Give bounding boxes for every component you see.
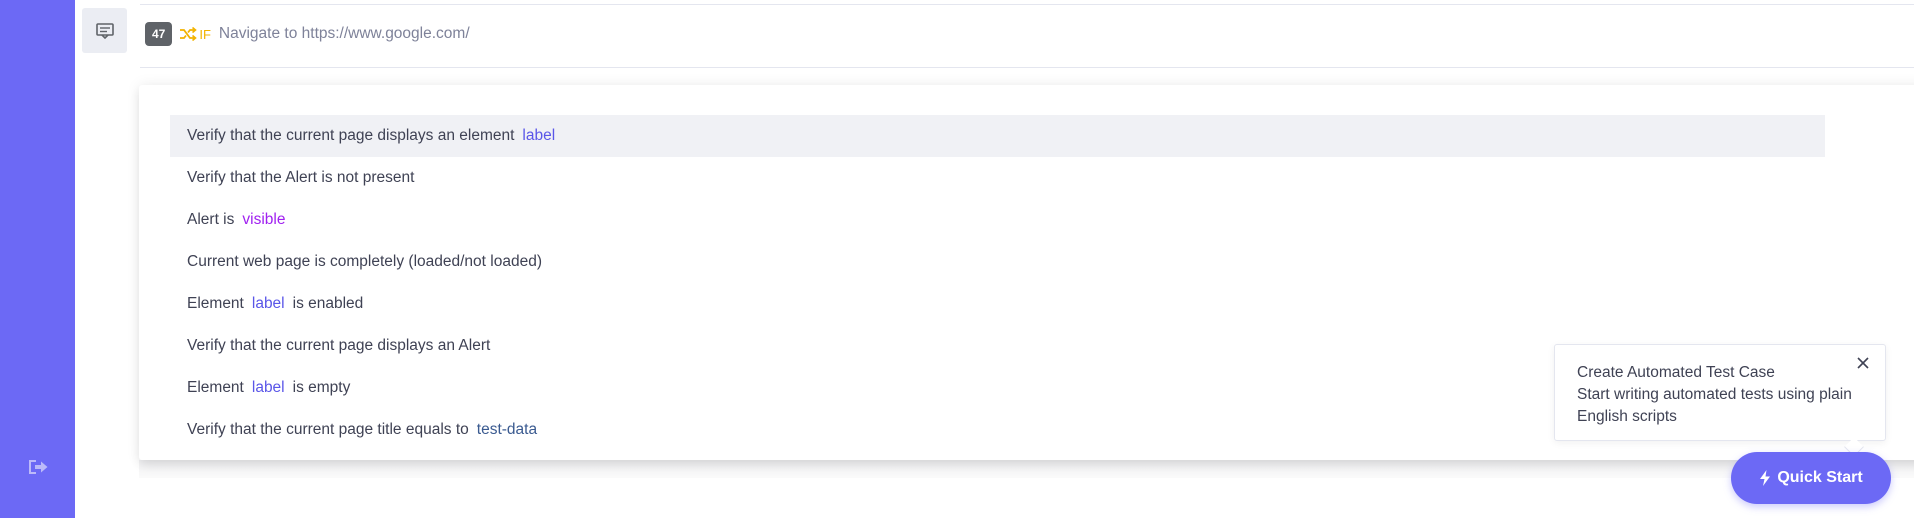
main-content: 47 IF Navigate to https://www.google.com… [75,0,1914,518]
shuffle-icon [180,27,198,41]
suggestion-text-after: is enabled [292,295,364,312]
test-step-row[interactable]: 47 IF Navigate to https://www.google.com… [145,20,470,48]
suggestion-text: Current web page is completely (loaded/n… [187,253,542,270]
tooltip-description: Start writing automated tests using plai… [1577,386,1852,425]
tooltip-title: Create Automated Test Case [1577,364,1775,381]
sidebar [0,0,75,518]
label-token[interactable]: label [252,379,285,397]
suggestion-item[interactable]: Verify that the Alert is not present [170,157,1825,199]
suggestion-item[interactable]: Verify that the current page displays an… [170,115,1825,157]
suggestion-text: Verify that the current page title equal… [187,421,469,438]
label-token[interactable]: label [522,127,555,145]
test-data-token[interactable]: test-data [477,421,537,439]
divider [140,67,1914,68]
suggestion-item[interactable]: Current web page is completely (loaded/n… [170,241,1825,283]
panel-shadow [139,460,1914,478]
suggestion-item[interactable]: Element label is enabled [170,283,1825,325]
suggestion-item[interactable]: Alert is visible [170,199,1825,241]
divider [140,4,1914,5]
label-token[interactable]: label [252,295,285,313]
suggestion-text: Verify that the Alert is not present [187,169,415,186]
visibility-token[interactable]: visible [242,211,285,229]
logout-icon[interactable] [27,458,49,476]
suggestion-text: Alert is [187,211,235,228]
step-number-badge: 47 [145,22,173,46]
suggestion-text-after: is empty [292,379,351,396]
quick-start-button[interactable]: Quick Start [1731,452,1891,504]
suggestion-text: Verify that the current page displays an… [187,337,491,354]
quick-start-label: Quick Start [1777,469,1863,486]
condition-label: IF [199,26,211,42]
quick-start-tooltip: Create Automated Test Case Start writing… [1554,344,1886,441]
close-icon[interactable] [1855,355,1871,371]
step-text[interactable]: Navigate to https://www.google.com/ [219,25,470,43]
suggestion-text: Element [187,295,244,312]
comment-icon [95,22,114,39]
bolt-icon [1760,470,1771,486]
step-comment-button[interactable] [82,8,127,53]
suggestion-text: Element [187,379,244,396]
suggestion-text: Verify that the current page displays an… [187,127,515,144]
